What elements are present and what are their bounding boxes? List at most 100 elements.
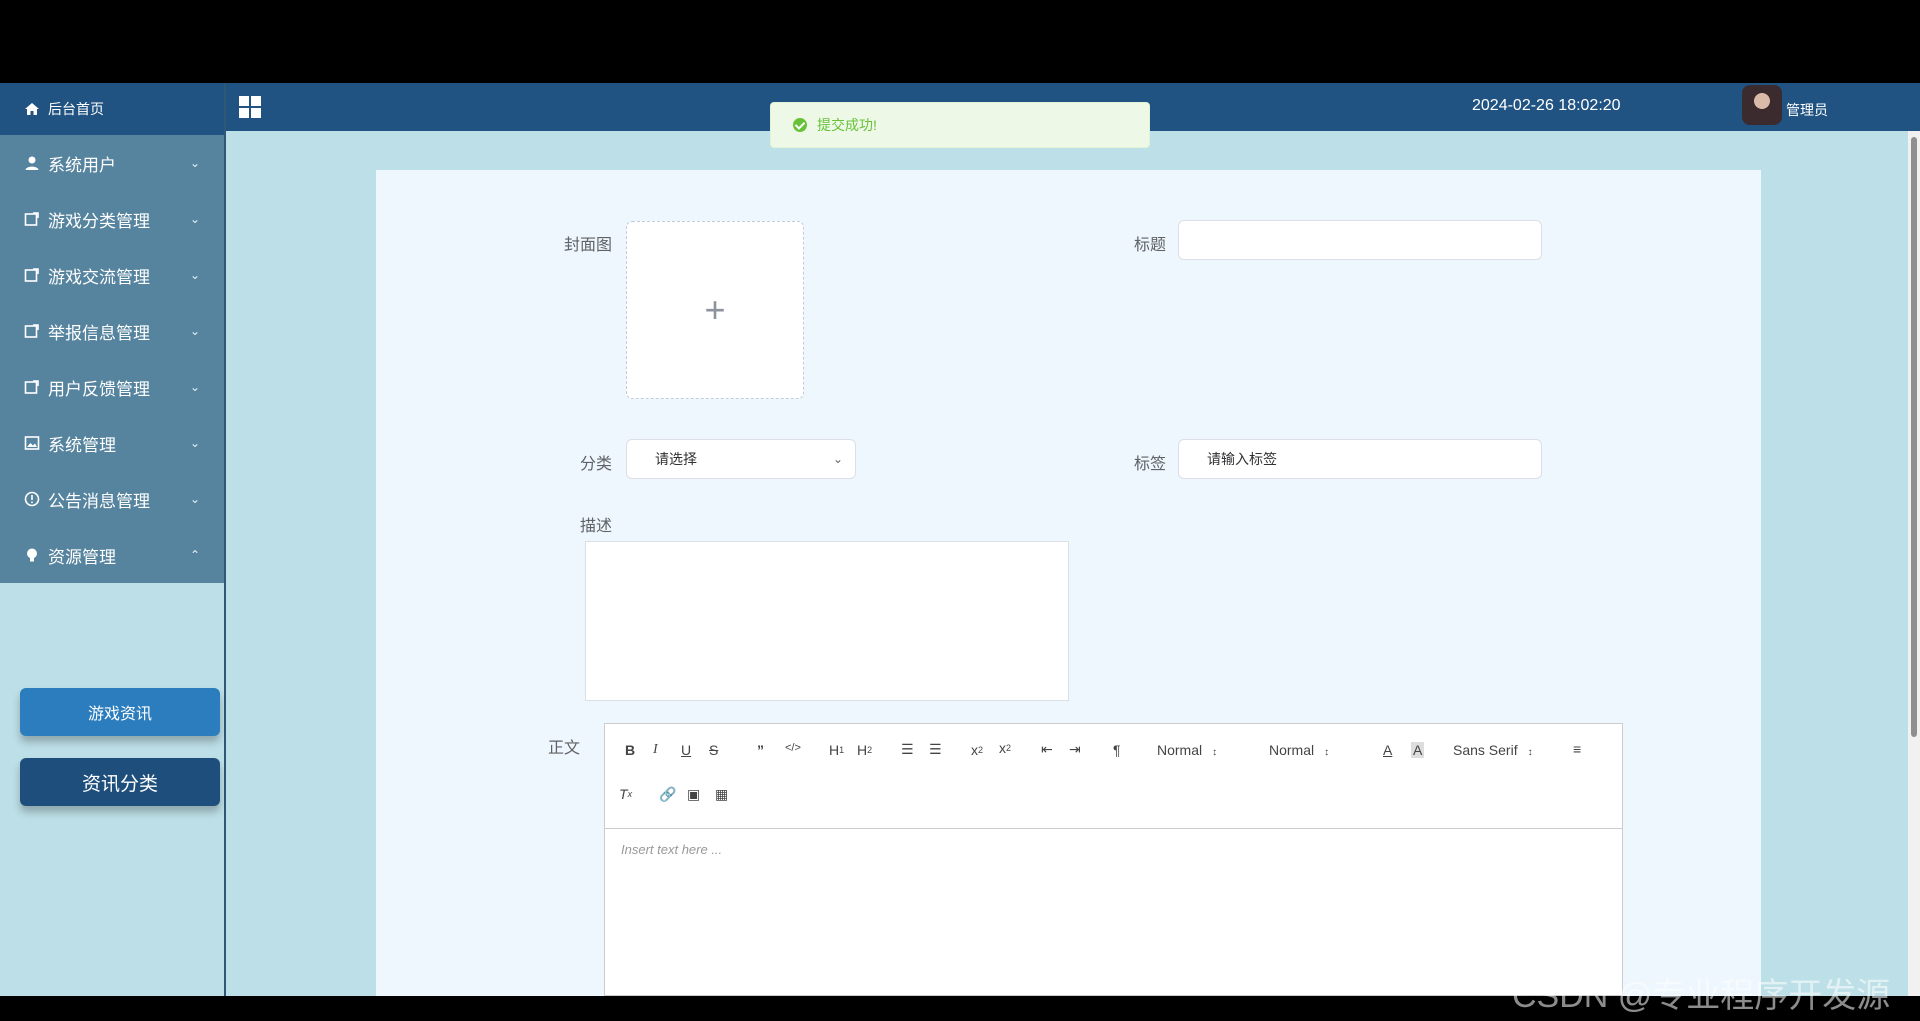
- scrollbar[interactable]: [1908, 131, 1920, 996]
- underline-icon[interactable]: U: [681, 742, 691, 758]
- edit-icon: [24, 323, 40, 339]
- select-arrows-icon: ↕: [1212, 747, 1218, 758]
- sidebar-item-label: 系统管理: [48, 435, 116, 455]
- align-icon[interactable]: ≡: [1573, 741, 1581, 757]
- sidebar-item-system-users[interactable]: 系统用户 ⌄: [0, 135, 224, 191]
- chevron-down-icon: ⌄: [189, 324, 200, 338]
- grid-menu-icon[interactable]: [238, 95, 262, 119]
- category-select[interactable]: 请选择 ⌄: [626, 439, 856, 479]
- chevron-down-icon: ⌄: [189, 212, 200, 226]
- text-color-icon[interactable]: A: [1383, 742, 1392, 758]
- link-icon[interactable]: 🔗: [659, 786, 676, 803]
- sidebar-item-feedback[interactable]: 用户反馈管理 ⌄: [0, 359, 224, 415]
- home-icon: [24, 101, 40, 117]
- heading2-icon[interactable]: H2: [857, 742, 872, 758]
- font-select-value: Sans Serif: [1453, 742, 1518, 758]
- sidebar-item-game-category[interactable]: 游戏分类管理 ⌄: [0, 191, 224, 247]
- top-black-bar: [0, 0, 1920, 83]
- font-select[interactable]: Sans Serif ↕: [1453, 742, 1533, 758]
- category-placeholder: 请选择: [655, 451, 697, 467]
- sidebar-menu: 系统用户 ⌄ 游戏分类管理 ⌄ 游戏交流管理 ⌄ 举报信息管理 ⌄ 用户反馈管理…: [0, 135, 224, 583]
- bulb-icon: [24, 547, 40, 563]
- editor-toolbar: B I U S ” </> H1 H2 ☰ ☰ x2 x2 ⇤ ⇥ ¶ Norm…: [605, 724, 1622, 829]
- bullet-list-icon[interactable]: ☰: [929, 741, 942, 758]
- outdent-icon[interactable]: ⇤: [1041, 741, 1053, 758]
- category-label: 分类: [580, 456, 613, 473]
- sidebar-item-label: 游戏分类管理: [48, 211, 150, 231]
- select-arrows-icon: ↕: [1527, 747, 1533, 758]
- header-username[interactable]: 管理员: [1786, 100, 1828, 120]
- header-select[interactable]: Normal ↕: [1157, 742, 1217, 758]
- sidebar-item-label: 游戏交流管理: [48, 267, 150, 287]
- blockquote-icon[interactable]: ”: [757, 742, 764, 758]
- heading1-icon[interactable]: H1: [829, 742, 844, 758]
- user-icon: [24, 155, 40, 171]
- toast-message: 提交成功!: [817, 117, 877, 133]
- tags-label: 标签: [1134, 456, 1167, 473]
- sidebar-item-label: 用户反馈管理: [48, 379, 150, 399]
- header-select-value: Normal: [1157, 742, 1203, 758]
- edit-icon: [24, 211, 40, 227]
- sidebar-item-resources[interactable]: 资源管理 ⌃: [0, 527, 224, 583]
- header-datetime: 2024-02-26 18:02:20: [1472, 97, 1621, 114]
- editor-placeholder[interactable]: Insert text here ...: [621, 842, 722, 857]
- sidebar-item-label: 资源管理: [48, 547, 116, 567]
- description-textarea[interactable]: [585, 541, 1069, 701]
- size-select-value: Normal: [1269, 742, 1315, 758]
- sidebar-sub-label: 游戏资讯: [87, 706, 152, 723]
- chevron-down-icon: ⌄: [189, 380, 200, 394]
- body-label: 正文: [548, 740, 581, 757]
- edit-icon: [24, 267, 40, 283]
- sidebar-home-label: 后台首页: [48, 101, 104, 117]
- info-icon: [24, 491, 40, 507]
- chevron-down-icon: ⌄: [189, 156, 200, 170]
- title-input[interactable]: [1178, 220, 1542, 260]
- sidebar-sub-news-category[interactable]: 资讯分类: [20, 758, 220, 806]
- scrollbar-thumb[interactable]: [1911, 137, 1917, 737]
- edit-icon: [24, 379, 40, 395]
- title-label: 标题: [1134, 237, 1167, 254]
- subscript-icon[interactable]: x2: [971, 742, 983, 758]
- select-arrows-icon: ↕: [1324, 747, 1330, 758]
- cover-upload[interactable]: +: [626, 221, 804, 399]
- chevron-up-icon: ⌃: [189, 548, 200, 562]
- rich-text-editor: B I U S ” </> H1 H2 ☰ ☰ x2 x2 ⇤ ⇥ ¶ Norm…: [604, 723, 1623, 996]
- description-label: 描述: [580, 518, 613, 535]
- strike-icon[interactable]: S: [709, 742, 718, 758]
- sidebar-item-notice[interactable]: 公告消息管理 ⌄: [0, 471, 224, 527]
- picture-icon: [24, 435, 40, 451]
- code-icon[interactable]: </>: [785, 742, 801, 754]
- sidebar-item-label: 公告消息管理: [48, 491, 150, 511]
- size-select[interactable]: Normal ↕: [1269, 742, 1329, 758]
- avatar[interactable]: [1742, 85, 1782, 125]
- tags-placeholder: 请输入标签: [1207, 451, 1277, 467]
- clear-format-icon[interactable]: Tx: [619, 786, 632, 802]
- chevron-down-icon: ⌄: [189, 492, 200, 506]
- check-circle-icon: [793, 118, 807, 132]
- sidebar-item-label: 举报信息管理: [48, 323, 150, 343]
- success-toast: 提交成功!: [770, 102, 1150, 148]
- watermark: CSDN @专业程序开发源: [1512, 977, 1891, 1015]
- italic-icon[interactable]: I: [653, 742, 658, 758]
- cover-label: 封面图: [564, 237, 613, 254]
- image-icon[interactable]: ▣: [687, 786, 700, 803]
- superscript-icon[interactable]: x2: [999, 740, 1011, 756]
- sidebar-item-report[interactable]: 举报信息管理 ⌄: [0, 303, 224, 359]
- sidebar-item-system[interactable]: 系统管理 ⌄: [0, 415, 224, 471]
- background-color-icon[interactable]: A: [1411, 742, 1425, 758]
- video-icon[interactable]: ▦: [715, 786, 728, 803]
- sidebar-sub-game-news[interactable]: 游戏资讯: [20, 688, 220, 736]
- ordered-list-icon[interactable]: ☰: [901, 741, 914, 758]
- plus-icon: +: [704, 289, 726, 330]
- sidebar-home[interactable]: 后台首页: [0, 83, 224, 135]
- sidebar-item-label: 系统用户: [48, 155, 116, 175]
- chevron-down-icon: ⌄: [832, 452, 843, 466]
- text-direction-icon[interactable]: ¶: [1113, 742, 1121, 758]
- chevron-down-icon: ⌄: [189, 268, 200, 282]
- tags-input[interactable]: 请输入标签: [1178, 439, 1542, 479]
- chevron-down-icon: ⌄: [189, 436, 200, 450]
- indent-icon[interactable]: ⇥: [1069, 741, 1081, 758]
- sidebar-item-game-exchange[interactable]: 游戏交流管理 ⌄: [0, 247, 224, 303]
- sidebar: 后台首页 系统用户 ⌄ 游戏分类管理 ⌄ 游戏交流管理 ⌄ 举报信息管理 ⌄ 用…: [0, 83, 226, 996]
- bold-icon[interactable]: B: [625, 742, 635, 758]
